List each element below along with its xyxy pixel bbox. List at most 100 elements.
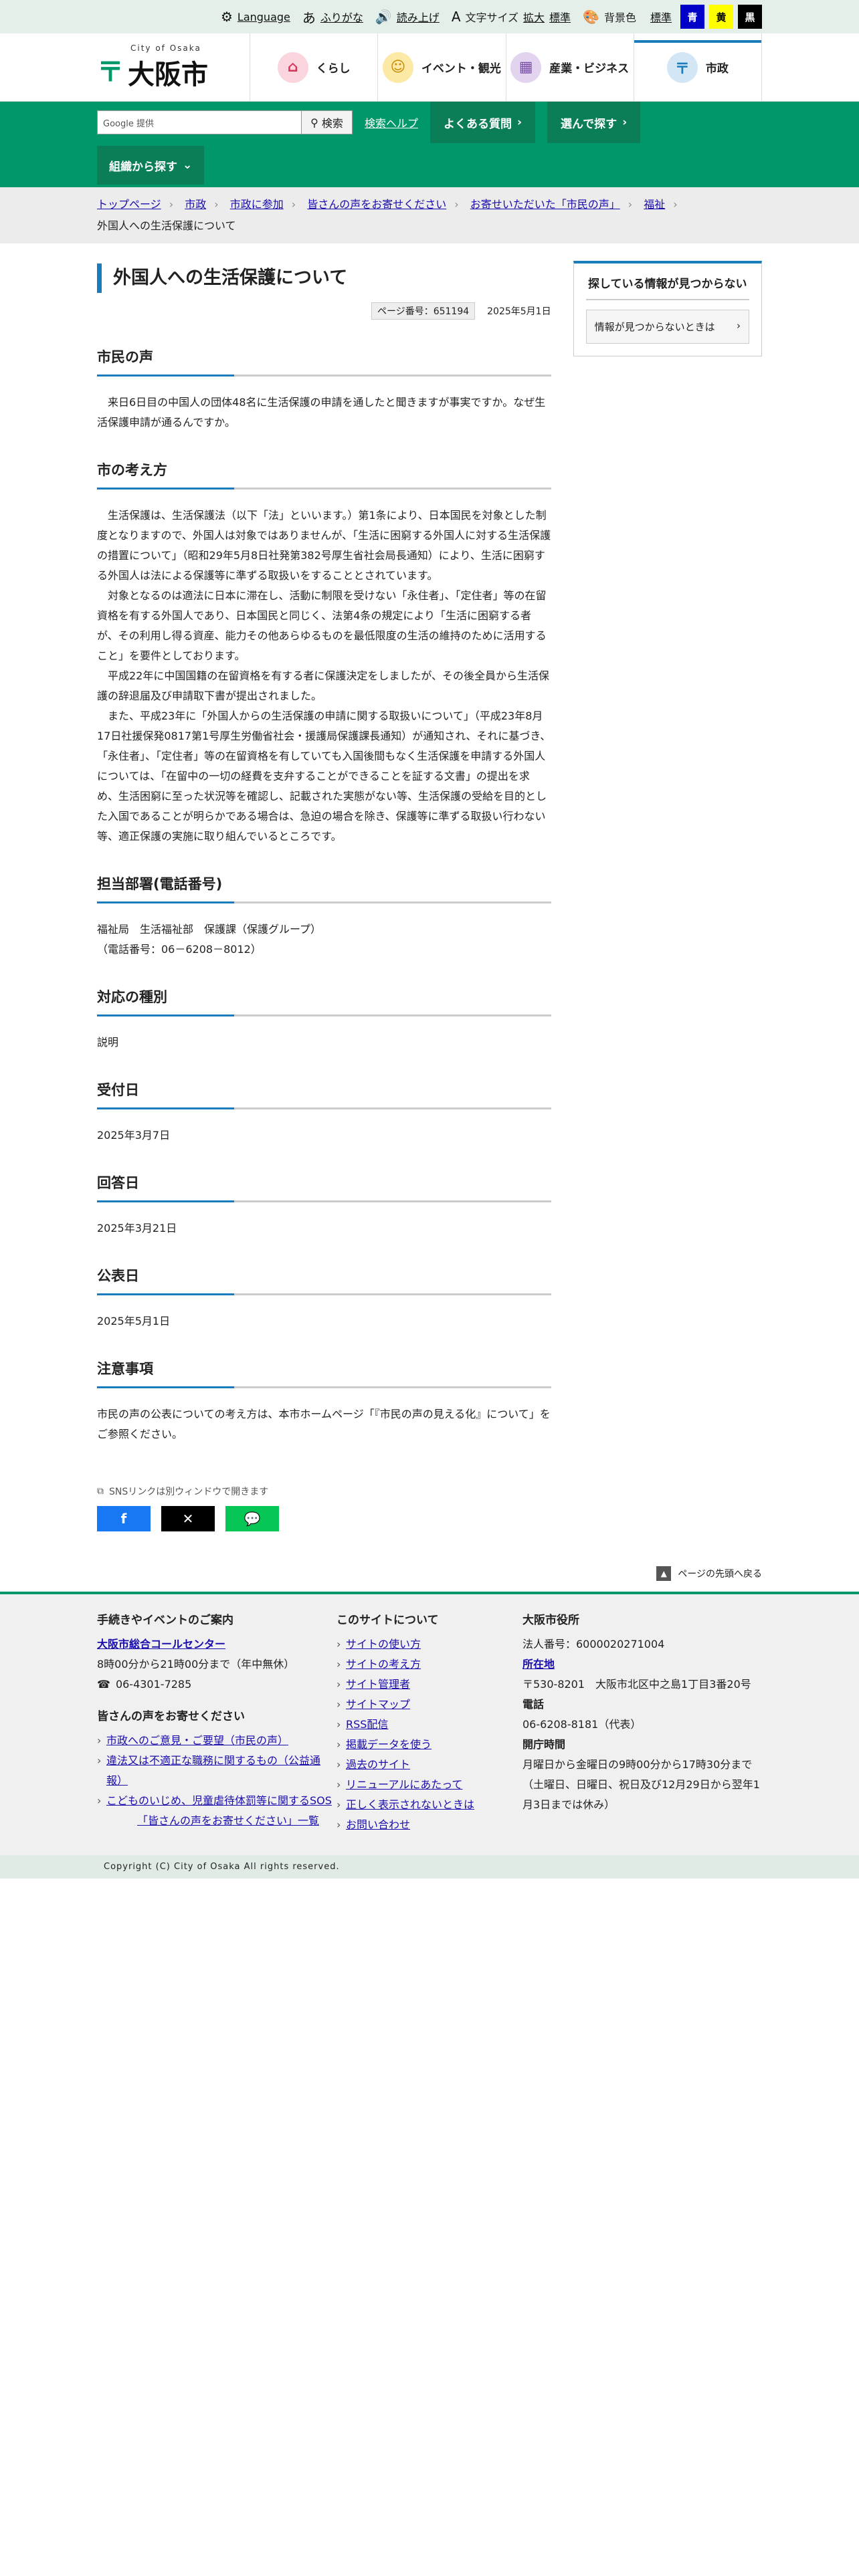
nav-kurashi-label: くらし bbox=[316, 62, 351, 76]
breadcrumb-link[interactable]: 市政 bbox=[185, 198, 206, 211]
footer-link[interactable]: サイトマップ bbox=[346, 1698, 410, 1711]
footer-link[interactable]: 市政へのご意見・ご要望（市民の声） bbox=[106, 1734, 288, 1747]
bg-blue-button[interactable]: 青 bbox=[680, 5, 704, 29]
language-link[interactable]: ⚙ Language bbox=[221, 9, 290, 25]
building-icon: ▦ bbox=[510, 51, 542, 83]
footer-link[interactable]: 違法又は不適正な職務に関するもの（公益通報） bbox=[106, 1754, 320, 1787]
answered-date: 2025年3月21日 bbox=[97, 1222, 177, 1235]
search-button[interactable]: ⚲ 検索 bbox=[302, 110, 353, 134]
facebook-icon: f bbox=[120, 1511, 127, 1527]
choose-button[interactable]: 選んで探す › bbox=[547, 102, 641, 143]
published-date: 2025年5月1日 bbox=[97, 1315, 171, 1327]
footer-link[interactable]: 正しく表示されないときは bbox=[346, 1798, 474, 1811]
not-found-link[interactable]: 情報が見つからないときは › bbox=[585, 310, 749, 344]
readaloud-label[interactable]: 読み上げ bbox=[397, 9, 440, 25]
site-logo[interactable]: City of Osaka 〒 大阪市 bbox=[97, 43, 208, 92]
view-paragraph: 対象となるのは適法に日本に滞在し、活動に制限を受けない「永住者」、「定住者」等の… bbox=[97, 589, 547, 662]
phone-heading: 電話 bbox=[522, 1698, 545, 1711]
breadcrumb-link[interactable]: お寄せいただいた「市民の声」 bbox=[470, 198, 620, 211]
nav-event[interactable]: ☺ イベント・観光 bbox=[377, 33, 505, 101]
footer-link[interactable]: サイトの使い方 bbox=[346, 1638, 421, 1650]
footer-link[interactable]: サイトの考え方 bbox=[346, 1658, 421, 1671]
section-heading-dept: 担当部署(電話番号) bbox=[97, 873, 551, 903]
page-top-label: ページの先頭へ戻る bbox=[678, 1569, 762, 1580]
faq-label: よくある質問 bbox=[444, 117, 512, 131]
not-found-box: 探している情報が見つからない 情報が見つからないときは › bbox=[573, 261, 762, 356]
global-nav: ⌂ くらし ☺ イベント・観光 ▦ 産業・ビジネス 〒 市政 bbox=[250, 33, 762, 101]
footer-link[interactable]: サイト管理者 bbox=[346, 1678, 410, 1691]
breadcrumb-separator-icon: › bbox=[454, 198, 459, 211]
language-label[interactable]: Language bbox=[237, 11, 290, 23]
section-heading-voice: 市民の声 bbox=[97, 346, 551, 377]
search-help-link[interactable]: 検索ヘルプ bbox=[365, 114, 418, 130]
footer-link[interactable]: リニューアルにあたって bbox=[346, 1778, 462, 1791]
chevron-right-icon: › bbox=[517, 116, 522, 129]
breadcrumb-link[interactable]: 皆さんの声をお寄せください bbox=[307, 198, 446, 211]
notes-text: 市民の声の公表についての考え方は、本市ホームページ「『市民の声の見える化』につい… bbox=[97, 1408, 551, 1440]
nav-business[interactable]: ▦ 産業・ビジネス bbox=[505, 33, 634, 101]
nav-kurashi[interactable]: ⌂ くらし bbox=[250, 33, 377, 101]
search-button-label: 検索 bbox=[321, 117, 343, 130]
bg-black-button[interactable]: 黒 bbox=[738, 5, 762, 29]
search-nav-band: Google 提供 ⚲ 検索 検索ヘルプ よくある質問 › 選んで探す › 組織… bbox=[0, 102, 859, 187]
chevron-up-icon: ▲ bbox=[656, 1566, 672, 1581]
footer-heading: 大阪市役所 bbox=[522, 1614, 579, 1627]
call-center-hours: 8時00分から21時00分まで（年中無休） bbox=[97, 1658, 295, 1671]
faq-button[interactable]: よくある質問 › bbox=[430, 102, 536, 143]
facebook-share-button[interactable]: f bbox=[97, 1506, 151, 1531]
footer-link[interactable]: お問い合わせ bbox=[346, 1818, 410, 1831]
breadcrumb-link[interactable]: 福祉 bbox=[644, 198, 665, 211]
footer-link[interactable]: 掲載データを使う bbox=[346, 1738, 432, 1751]
breadcrumb-link[interactable]: 市政に参加 bbox=[230, 198, 284, 211]
site-search: Google 提供 ⚲ 検索 bbox=[97, 110, 353, 134]
section-heading-answered: 回答日 bbox=[97, 1172, 551, 1202]
bg-yellow-button[interactable]: 黄 bbox=[709, 5, 733, 29]
bg-standard-link[interactable]: 標準 bbox=[650, 9, 672, 25]
fontsize-standard-link[interactable]: 標準 bbox=[549, 9, 571, 25]
search-input[interactable]: Google 提供 bbox=[97, 110, 302, 134]
hours-heading: 開庁時間 bbox=[522, 1738, 566, 1751]
people-icon: ☺ bbox=[382, 51, 413, 83]
bgcolor-control: 🎨 背景色 標準 青 黄 黒 bbox=[583, 5, 762, 29]
footer-link[interactable]: こどものいじめ、児童虐待体罰等に関するSOS bbox=[106, 1794, 332, 1807]
line-icon: 💬 bbox=[244, 1511, 261, 1527]
x-share-button[interactable]: ✕ bbox=[161, 1506, 215, 1531]
breadcrumb-link[interactable]: トップページ bbox=[97, 198, 161, 211]
not-found-title: 探している情報が見つからない bbox=[585, 274, 749, 300]
main-phone: 06-6208-8181（代表） bbox=[522, 1718, 642, 1731]
section-heading-view: 市の考え方 bbox=[97, 459, 551, 490]
location-link[interactable]: 所在地 bbox=[522, 1658, 555, 1671]
opening-hours: 月曜日から金曜日の9時00分から17時30分まで bbox=[522, 1758, 753, 1771]
org-search-button[interactable]: 組織から探す ⌄ bbox=[97, 146, 205, 185]
city-mark-icon: 〒 bbox=[97, 56, 124, 88]
footer-link[interactable]: RSS配信 bbox=[346, 1718, 388, 1731]
opening-hours-note: （土曜日、日曜日、祝日及び12月29日から翌年1月3日までは休み） bbox=[522, 1778, 760, 1811]
view-paragraph: 生活保護は、生活保護法（以下「法」といいます。）第1条により、日本国民を対象とし… bbox=[97, 509, 551, 582]
palette-icon: 🎨 bbox=[583, 9, 599, 25]
fontsize-control: A 文字サイズ 拡大 標準 bbox=[452, 9, 571, 25]
nav-shisei[interactable]: 〒 市政 bbox=[633, 33, 762, 101]
furigana-link[interactable]: あ ふりがな bbox=[302, 7, 363, 27]
voice-list-link[interactable]: 「皆さんの声をお寄せください」一覧 bbox=[137, 1814, 319, 1827]
chevron-right-icon: › bbox=[622, 116, 628, 129]
line-share-button[interactable]: 💬 bbox=[225, 1506, 279, 1531]
call-center-link[interactable]: 大阪市総合コールセンター bbox=[97, 1638, 225, 1650]
nav-business-label: 産業・ビジネス bbox=[549, 62, 630, 76]
readaloud-link[interactable]: 🔊 読み上げ bbox=[375, 9, 440, 25]
page-top-link[interactable]: ▲ ページの先頭へ戻る bbox=[0, 1566, 859, 1581]
section-heading-received: 受付日 bbox=[97, 1079, 551, 1109]
breadcrumb-separator-icon: › bbox=[673, 198, 678, 211]
furigana-label[interactable]: ふりがな bbox=[320, 9, 363, 25]
footer-heading: 手続きやイベントのご案内 bbox=[97, 1614, 233, 1627]
footer-link[interactable]: 過去のサイト bbox=[346, 1758, 410, 1771]
fontsize-large-link[interactable]: 拡大 bbox=[523, 9, 545, 25]
language-icon: ⚙ bbox=[220, 9, 233, 25]
view-paragraph: 平成22年に中国国籍の在留資格を有する者に保護決定をしましたが、その後全員から生… bbox=[97, 669, 550, 702]
breadcrumb-separator-icon: › bbox=[169, 198, 174, 211]
house-icon: ⌂ bbox=[277, 51, 308, 83]
speaker-icon: 🔊 bbox=[375, 9, 392, 25]
x-icon: ✕ bbox=[182, 1511, 194, 1527]
search-icon: ⚲ bbox=[310, 116, 318, 129]
site-header: City of Osaka 〒 大阪市 ⌂ くらし ☺ イベント・観光 ▦ 産業… bbox=[0, 33, 859, 102]
sns-share: f ✕ 💬 bbox=[97, 1506, 551, 1531]
